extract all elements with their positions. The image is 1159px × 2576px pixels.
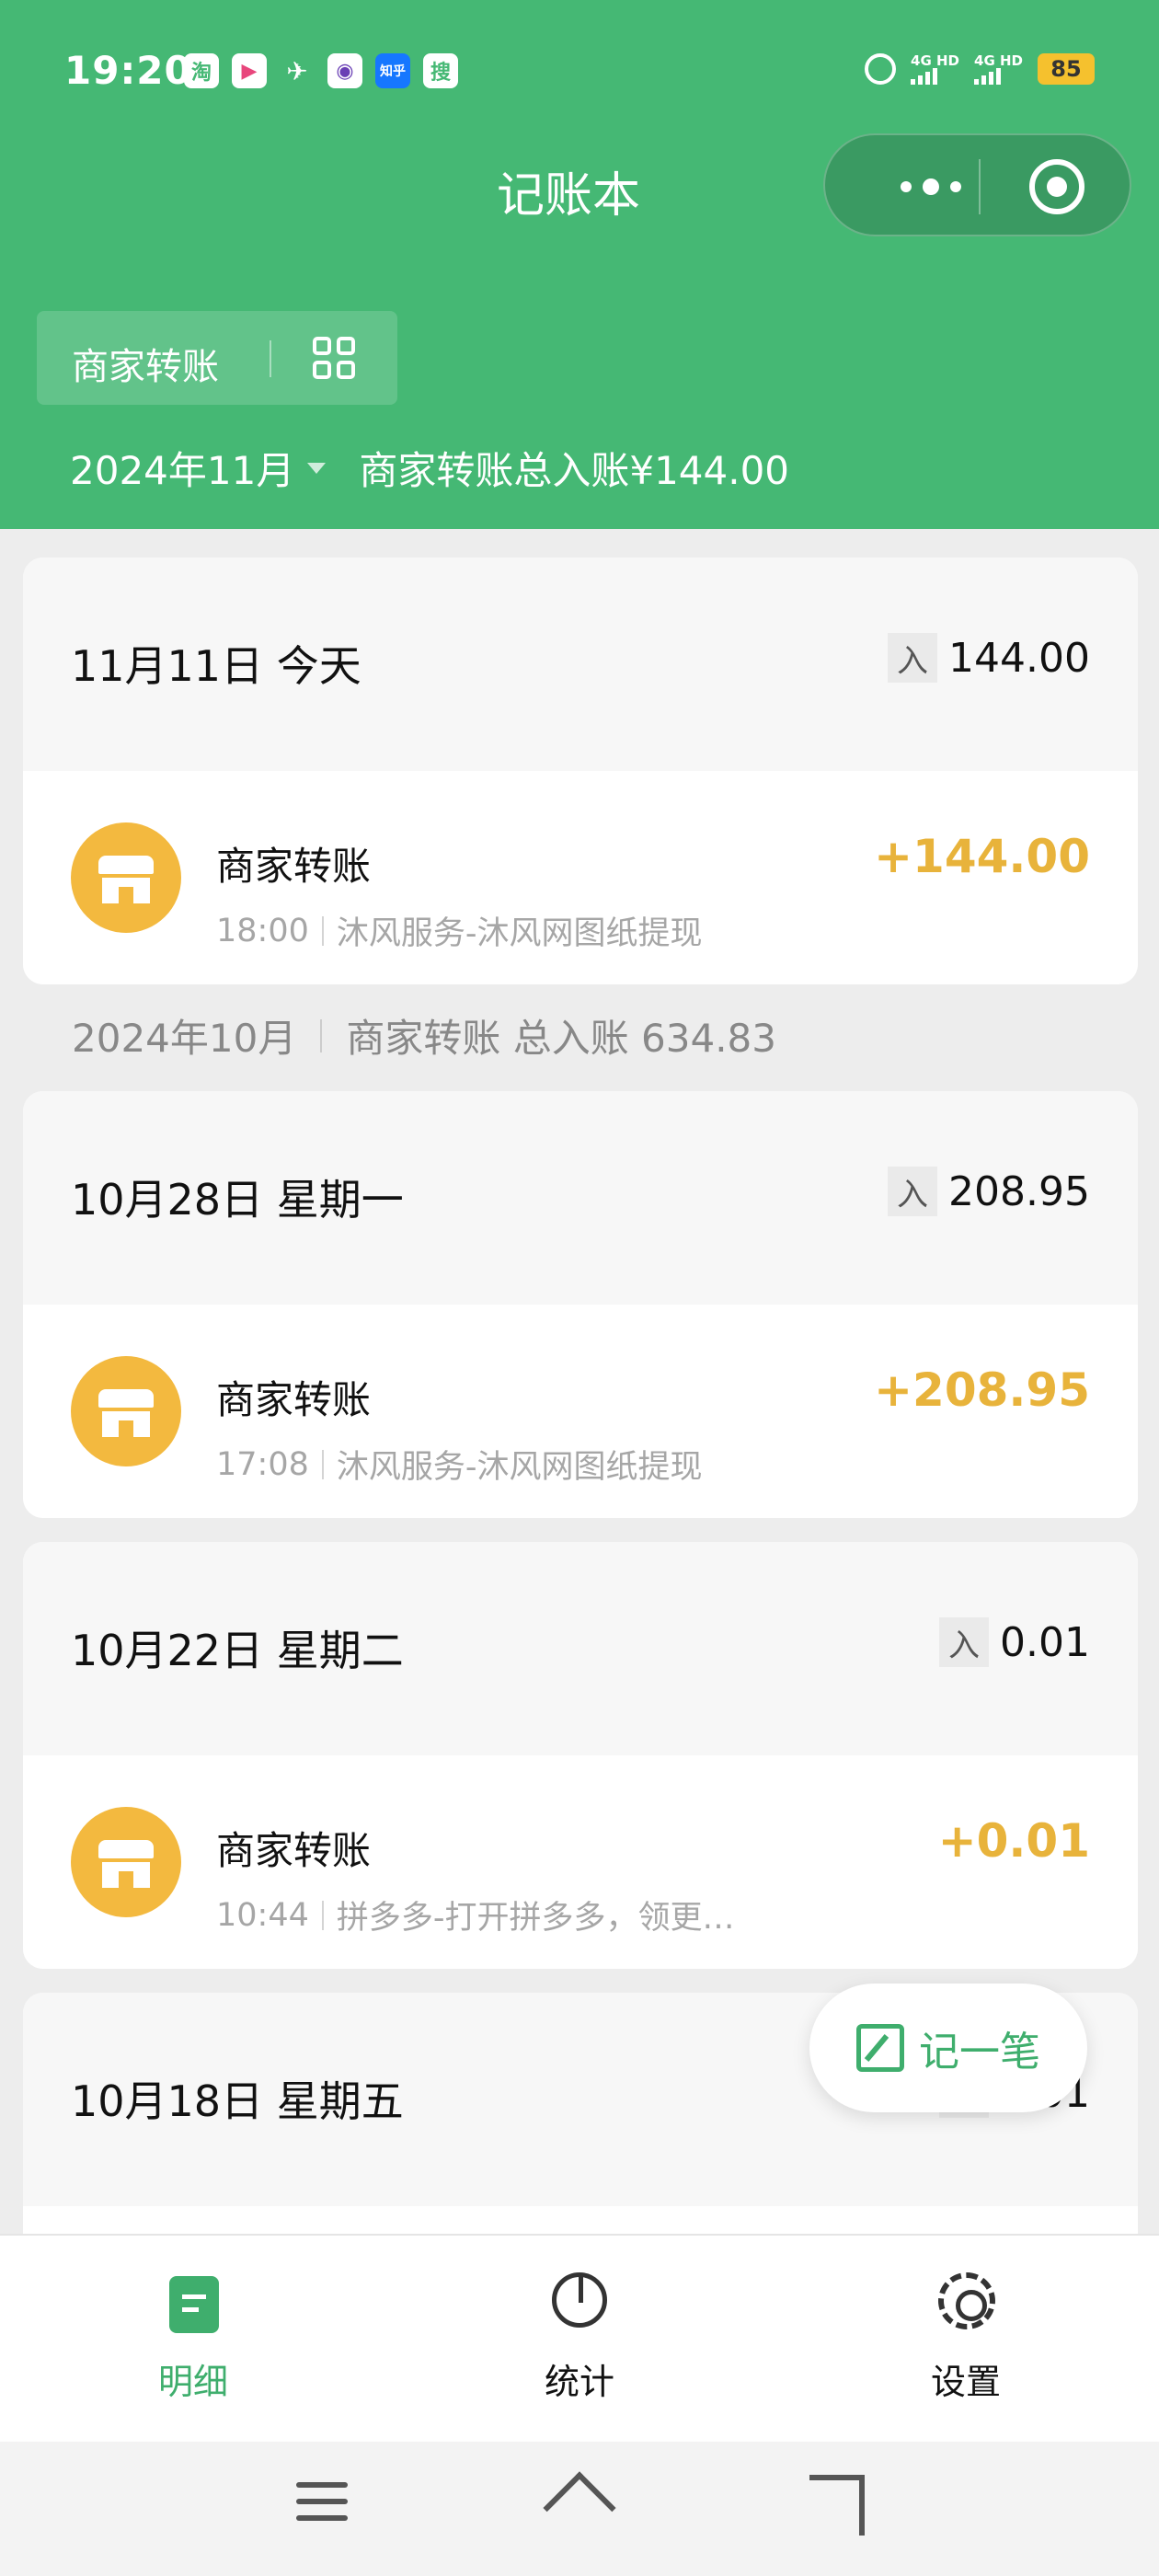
entry-description: 沐风服务-沐风网图纸提现 bbox=[336, 915, 703, 952]
edit-icon bbox=[856, 2024, 904, 2072]
entry-title: 商家转账 bbox=[216, 1828, 372, 1873]
entry-title: 商家转账 bbox=[216, 1377, 372, 1422]
entry-meta: 17:08 沐风服务-沐风网图纸提现 bbox=[216, 1441, 703, 1488]
document-icon bbox=[169, 2276, 219, 2333]
grid-icon bbox=[313, 337, 357, 381]
day-header: 10月28日 星期一 入 208.95 bbox=[23, 1091, 1138, 1305]
tab-label: 设置 bbox=[930, 2362, 1001, 2402]
day-total-amount: 208.95 bbox=[948, 1167, 1090, 1215]
battery-icon: 85 bbox=[1038, 53, 1095, 85]
pie-chart-icon bbox=[552, 2272, 607, 2328]
home-icon[interactable] bbox=[543, 2471, 616, 2545]
video-app-icon: ▶ bbox=[232, 53, 267, 88]
mini-program-capsule bbox=[823, 133, 1131, 236]
chevron-down-icon[interactable] bbox=[307, 462, 327, 474]
day-total: 入 208.95 bbox=[888, 1167, 1090, 1216]
income-badge: 入 bbox=[939, 1617, 990, 1667]
filter-divider bbox=[270, 340, 271, 377]
day-total-amount: 0.01 bbox=[1000, 1618, 1090, 1666]
add-record-label: 记一笔 bbox=[919, 2029, 1040, 2076]
tab-label: 统计 bbox=[544, 2362, 614, 2402]
more-options-icon[interactable] bbox=[866, 168, 995, 205]
transaction-entry[interactable]: 商家转账 10:44 拼多多-打开拼多多，领更… +0.01 bbox=[23, 1755, 1138, 1969]
entry-meta: 18:00 沐风服务-沐风网图纸提现 bbox=[216, 907, 703, 954]
day-date: 10月22日 星期二 bbox=[71, 1626, 404, 1675]
shop-icon bbox=[71, 1807, 181, 1917]
day-total: 入 144.00 bbox=[888, 633, 1090, 683]
bottom-tab-bar: 明细 统计 设置 bbox=[0, 2234, 1159, 2442]
signal-1-icon: 4G HD bbox=[911, 53, 959, 85]
status-time: 19:20 bbox=[64, 48, 192, 93]
separator-summary: 商家转账 总入账 634.83 bbox=[346, 1016, 777, 1061]
day-group-card: 10月22日 星期二 入 0.01 商家转账 10:44 拼多多-打开拼多多，领… bbox=[23, 1542, 1138, 1969]
day-header: 11月11日 今天 入 144.00 bbox=[23, 558, 1138, 771]
day-total-amount: 144.00 bbox=[948, 634, 1090, 682]
day-date: 10月18日 星期五 bbox=[71, 2076, 404, 2126]
day-group-card: 11月11日 今天 入 144.00 商家转账 18:00 沐风服务-沐风网图纸… bbox=[23, 558, 1138, 984]
network-type-2: 4G HD bbox=[974, 52, 1023, 69]
network-type-1: 4G HD bbox=[911, 52, 960, 69]
entry-description: 沐风服务-沐风网图纸提现 bbox=[336, 1449, 703, 1486]
app-badge-icon: ◉ bbox=[327, 53, 362, 88]
entry-time: 18:00 bbox=[216, 912, 309, 949]
system-icons: 4G HD 4G HD 85 bbox=[865, 53, 1095, 85]
capsule-divider bbox=[979, 159, 981, 214]
entry-amount: +144.00 bbox=[874, 830, 1090, 883]
shop-icon bbox=[71, 1356, 181, 1466]
add-record-button[interactable]: 记一笔 bbox=[809, 1984, 1087, 2112]
signal-2-icon: 4G HD bbox=[974, 53, 1023, 85]
tab-statistics[interactable]: 统计 bbox=[469, 2236, 690, 2444]
income-badge: 入 bbox=[888, 633, 938, 683]
tab-details[interactable]: 明细 bbox=[83, 2236, 304, 2444]
status-bar: 19:20 淘 ▶ ✈ ◉ 知乎 搜 4G HD 4G HD 85 bbox=[0, 0, 1159, 138]
month-separator: 2024年10月 商家转账 总入账 634.83 bbox=[72, 1007, 776, 1064]
month-selector[interactable]: 2024年11月 bbox=[70, 440, 294, 496]
entry-amount: +0.01 bbox=[937, 1814, 1090, 1868]
gear-icon bbox=[938, 2272, 995, 2329]
category-filter-button[interactable]: 商家转账 bbox=[37, 311, 397, 405]
transaction-entry[interactable]: 商家转账 18:00 沐风服务-沐风网图纸提现 +144.00 bbox=[23, 771, 1138, 984]
back-icon[interactable] bbox=[809, 2475, 865, 2536]
menu-icon[interactable] bbox=[296, 2482, 348, 2523]
app-header: 19:20 淘 ▶ ✈ ◉ 知乎 搜 4G HD 4G HD 85 记账本 商家… bbox=[0, 0, 1159, 529]
close-mini-program-icon[interactable] bbox=[1029, 159, 1084, 214]
month-total: 商家转账总入账¥144.00 bbox=[359, 448, 790, 493]
taobao-icon: 淘 bbox=[184, 53, 219, 88]
transaction-entry[interactable]: 商家转账 17:08 沐风服务-沐风网图纸提现 +208.95 bbox=[23, 1305, 1138, 1518]
entry-title: 商家转账 bbox=[216, 844, 372, 889]
month-summary: 2024年11月 商家转账总入账¥144.00 bbox=[70, 440, 789, 496]
notification-icons: 淘 ▶ ✈ ◉ 知乎 搜 bbox=[184, 53, 458, 88]
separator-month: 2024年10月 bbox=[72, 1016, 297, 1061]
plane-icon: ✈ bbox=[286, 55, 308, 86]
entry-meta: 10:44 拼多多-打开拼多多，领更… bbox=[216, 1892, 735, 1938]
day-date: 10月28日 星期一 bbox=[71, 1175, 404, 1225]
entry-description: 拼多多-打开拼多多，领更… bbox=[336, 1900, 735, 1937]
tab-label: 明细 bbox=[157, 2362, 228, 2402]
entry-time: 17:08 bbox=[216, 1445, 309, 1483]
system-navigation-bar bbox=[0, 2442, 1159, 2576]
zhihu-icon: 知乎 bbox=[375, 53, 410, 88]
day-header: 10月22日 星期二 入 0.01 bbox=[23, 1542, 1138, 1755]
day-total: 入 0.01 bbox=[939, 1617, 1090, 1667]
search-app-icon: 搜 bbox=[423, 53, 458, 88]
alarm-icon bbox=[865, 53, 897, 85]
filter-label: 商家转账 bbox=[72, 346, 219, 388]
tab-settings[interactable]: 设置 bbox=[855, 2236, 1076, 2444]
day-date: 11月11日 今天 bbox=[71, 641, 361, 691]
income-badge: 入 bbox=[888, 1167, 938, 1216]
day-group-card: 10月28日 星期一 入 208.95 商家转账 17:08 沐风服务-沐风网图… bbox=[23, 1091, 1138, 1518]
entry-amount: +208.95 bbox=[874, 1363, 1090, 1417]
shop-icon bbox=[71, 822, 181, 933]
entry-time: 10:44 bbox=[216, 1896, 309, 1934]
